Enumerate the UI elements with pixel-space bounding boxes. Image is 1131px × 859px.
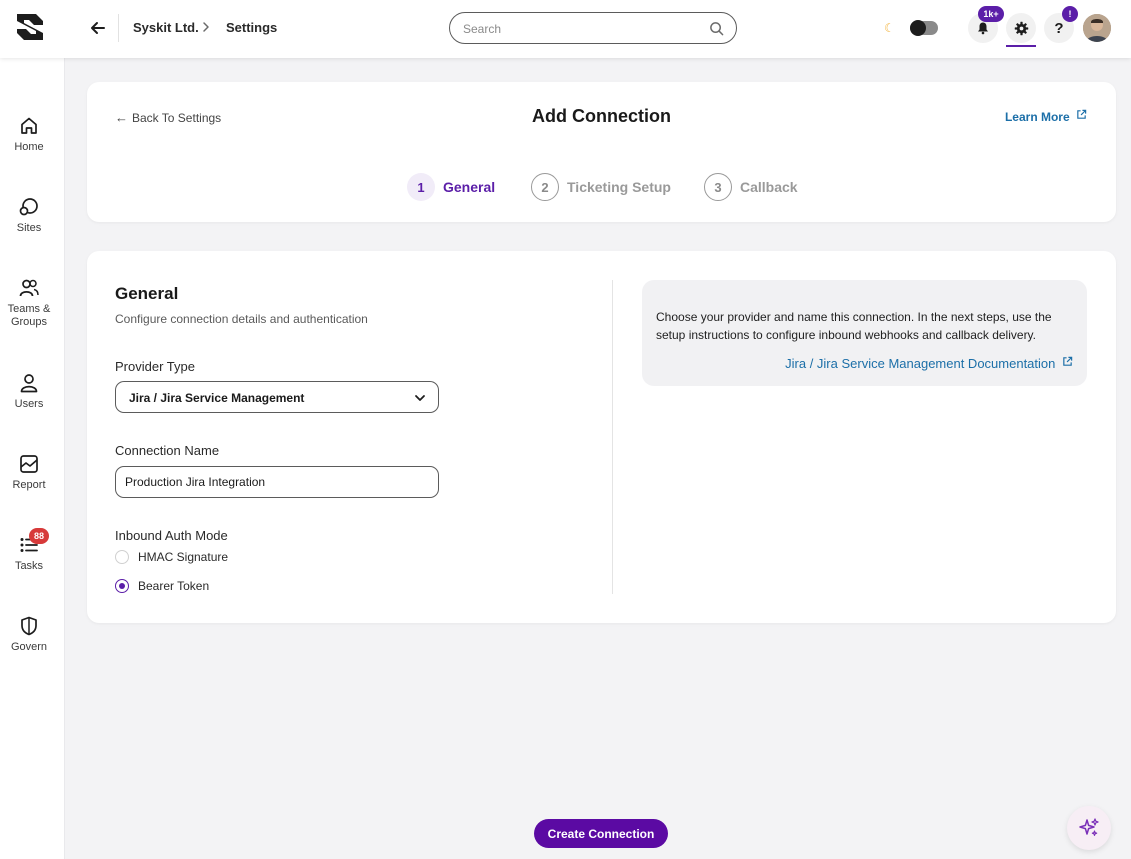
provider-info-box: Choose your provider and name this conne…	[642, 280, 1087, 386]
sidebar-item-report[interactable]: Report	[0, 453, 58, 492]
radio-bearer-token[interactable]: Bearer Token	[115, 579, 209, 593]
radio-button[interactable]	[115, 550, 129, 564]
sidebar: Home Sites Teams & Groups Users Report 8…	[0, 58, 65, 859]
sidebar-item-label: Home	[14, 141, 44, 153]
step-label: General	[443, 179, 496, 195]
search-icon[interactable]	[709, 21, 724, 36]
step-label: Callback	[740, 179, 798, 195]
sidebar-item-tasks[interactable]: 88 Tasks	[0, 528, 58, 573]
user-icon	[20, 374, 38, 393]
step-number: 3	[704, 173, 732, 201]
sites-icon	[19, 198, 38, 216]
step-number: 2	[531, 173, 559, 201]
settings-button[interactable]	[1006, 13, 1036, 43]
sidebar-item-label: Sites	[16, 222, 42, 234]
general-form-card: General Configure connection details and…	[87, 251, 1116, 623]
shield-icon	[21, 616, 37, 636]
sidebar-item-home[interactable]: Home	[0, 115, 58, 154]
header-card: ← Back To Settings Add Connection Learn M…	[87, 82, 1116, 222]
avatar[interactable]	[1083, 14, 1111, 42]
help-badge: !	[1062, 6, 1078, 22]
sidebar-item-label: Tasks	[14, 560, 44, 572]
tasks-badge: 88	[29, 528, 49, 544]
inbound-auth-mode-label: Inbound Auth Mode	[115, 528, 228, 543]
sidebar-item-sites[interactable]: Sites	[0, 196, 58, 235]
search-box	[449, 12, 737, 44]
search-input[interactable]	[463, 20, 703, 38]
radio-button-checked[interactable]	[115, 579, 129, 593]
radio-hmac-signature[interactable]: HMAC Signature	[115, 550, 228, 564]
ai-assistant-button[interactable]	[1067, 806, 1111, 850]
gear-icon	[1014, 21, 1028, 35]
moon-icon: ☾	[884, 21, 895, 35]
documentation-link-label: Jira / Jira Service Management Documenta…	[785, 356, 1056, 371]
sidebar-item-users[interactable]: Users	[0, 372, 58, 411]
provider-type-select[interactable]: Jira / Jira Service Management	[115, 381, 439, 413]
sidebar-item-teams-groups[interactable]: Teams & Groups	[0, 277, 58, 329]
connection-name-label: Connection Name	[115, 443, 220, 458]
step-number: 1	[407, 173, 435, 201]
chevron-right-icon	[203, 22, 209, 32]
documentation-link[interactable]: Jira / Jira Service Management Documenta…	[785, 356, 1073, 371]
provider-type-label: Provider Type	[115, 359, 195, 374]
sidebar-item-label: Users	[14, 398, 44, 410]
bell-icon	[978, 22, 988, 35]
section-title: General	[115, 284, 179, 303]
home-icon	[21, 117, 37, 134]
step-general[interactable]: 1 General	[407, 173, 495, 201]
step-callback[interactable]: 3 Callback	[704, 173, 798, 201]
column-divider	[612, 280, 613, 594]
sidebar-item-label: Teams & Groups	[7, 303, 51, 328]
info-text: Choose your provider and name this conne…	[656, 310, 1052, 342]
report-icon	[20, 455, 38, 473]
theme-toggle[interactable]	[910, 20, 938, 36]
sidebar-item-label: Report	[12, 479, 46, 491]
section-subtitle: Configure connection details and authent…	[115, 312, 368, 326]
toggle-knob	[910, 20, 926, 36]
learn-more-link[interactable]: Learn More	[1005, 109, 1087, 124]
learn-more-label: Learn More	[1004, 110, 1070, 124]
radio-label: Bearer Token	[138, 579, 210, 593]
step-label: Ticketing Setup	[567, 179, 671, 195]
connection-name-input[interactable]	[115, 466, 439, 498]
syskit-logo-icon[interactable]	[14, 11, 46, 43]
radio-label: HMAC Signature	[138, 550, 229, 564]
breadcrumb-org[interactable]: Syskit Ltd.	[133, 20, 199, 35]
external-link-icon	[1063, 356, 1073, 366]
external-link-icon	[1077, 109, 1087, 119]
teams-icon	[19, 279, 39, 297]
top-bar: Syskit Ltd. Settings ☾ 1k+	[0, 0, 1131, 58]
sidebar-item-label: Govern	[10, 641, 48, 653]
sparkle-icon	[1079, 818, 1099, 836]
back-arrow-icon[interactable]	[88, 19, 108, 37]
sidebar-item-govern[interactable]: Govern	[0, 615, 58, 654]
page-title: Add Connection	[532, 106, 671, 126]
chevron-down-icon	[415, 395, 425, 401]
topbar-divider	[118, 14, 119, 42]
breadcrumb-current: Settings	[226, 20, 278, 35]
active-indicator	[1006, 45, 1036, 47]
provider-type-value: Jira / Jira Service Management	[129, 391, 305, 405]
help-icon: ?	[1054, 19, 1064, 37]
create-connection-button[interactable]: Create Connection	[534, 819, 668, 848]
notifications-badge: 1k+	[978, 6, 1004, 22]
step-ticketing-setup[interactable]: 2 Ticketing Setup	[531, 173, 671, 201]
